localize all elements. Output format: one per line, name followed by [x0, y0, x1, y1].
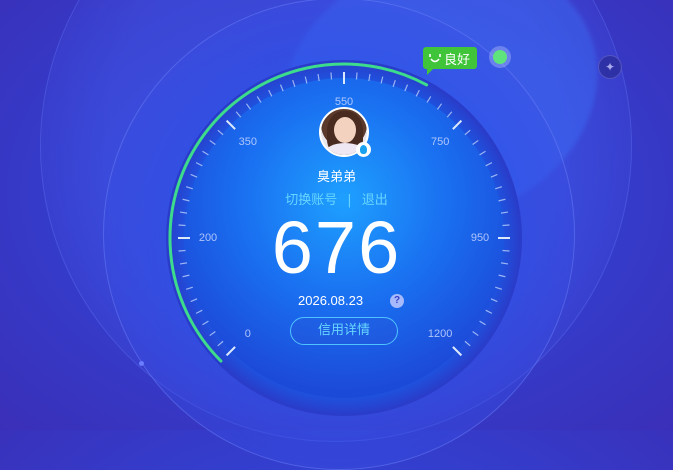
gauge-tick	[330, 72, 333, 80]
status-dot-icon	[489, 46, 511, 68]
credit-score: 676	[271, 206, 402, 289]
rating-label: 良好	[444, 52, 471, 68]
gauge-scale-label: 0	[244, 328, 251, 341]
credit-detail-button[interactable]: 信用详情	[290, 317, 398, 345]
gauge-tick	[355, 72, 358, 80]
settings-icon[interactable]: ✦	[598, 55, 622, 79]
gauge-scale-label: 1200	[427, 328, 453, 341]
score-date: 2026.08.23	[298, 293, 364, 308]
gauge-scale-label: 350	[238, 135, 258, 148]
qq-penguin-icon	[356, 142, 371, 157]
username: 臭弟弟	[316, 170, 356, 185]
rating-badge: 良好	[423, 47, 478, 75]
help-icon[interactable]: ?	[390, 294, 404, 308]
decorative-dot	[139, 361, 144, 366]
gauge-scale-label: 750	[430, 135, 450, 148]
smile-icon	[429, 54, 441, 63]
